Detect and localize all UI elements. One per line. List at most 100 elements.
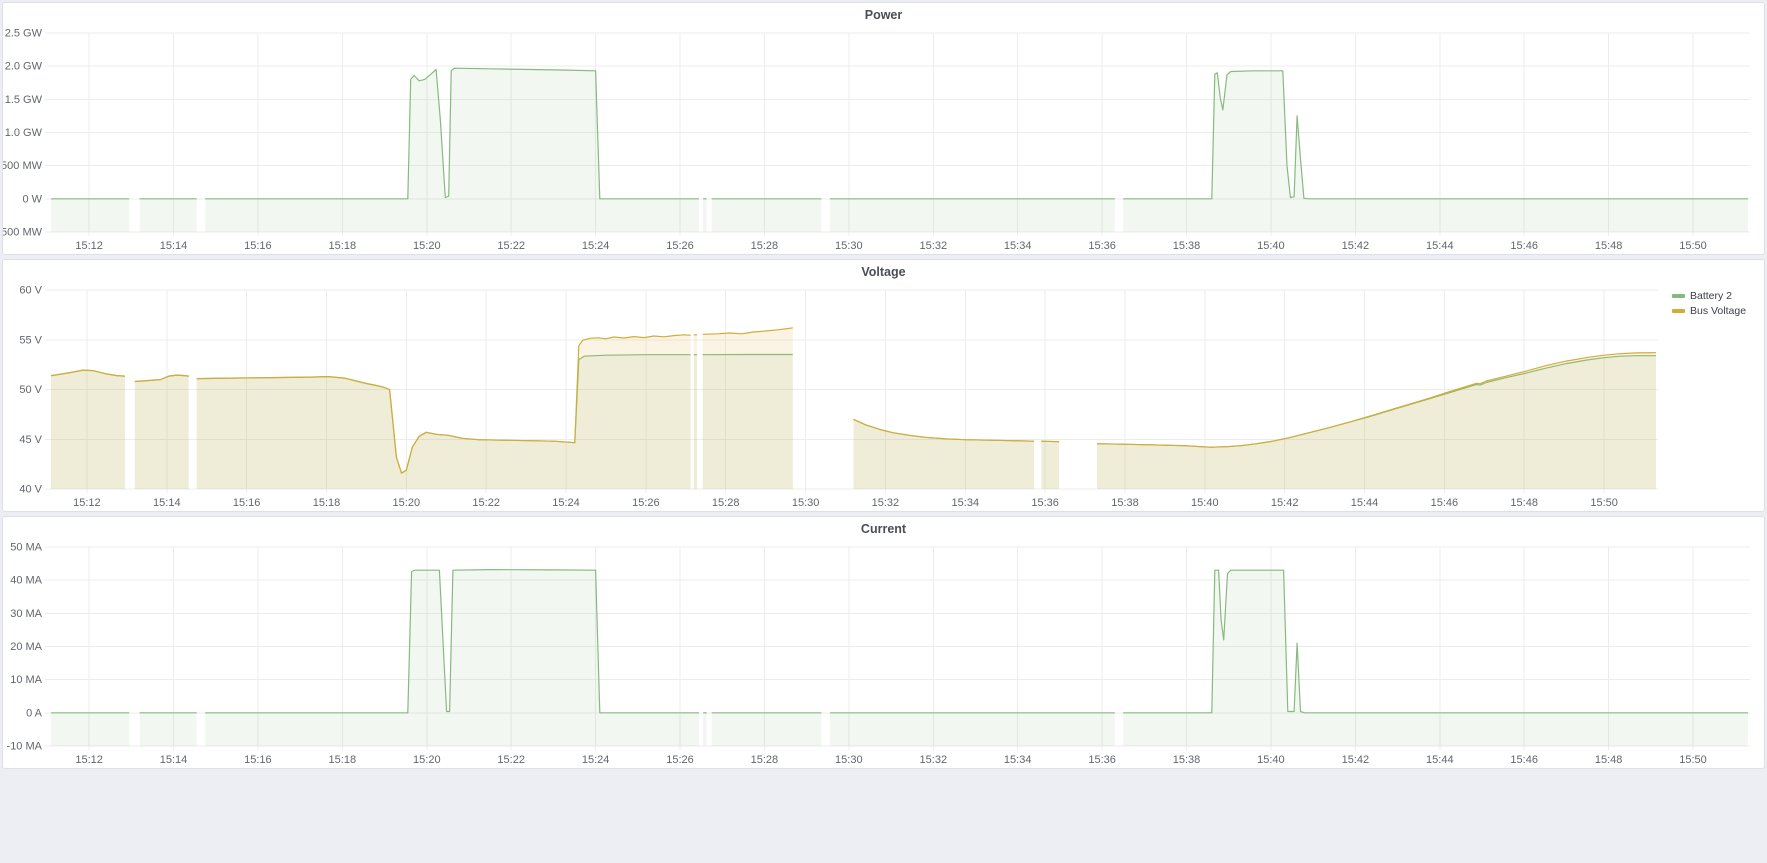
svg-text:2.0 GW: 2.0 GW [5,61,43,73]
legend-label-battery-2: Battery 2 [1690,290,1732,302]
svg-text:40 MA: 40 MA [10,575,42,587]
svg-text:15:12: 15:12 [75,240,103,252]
svg-text:15:30: 15:30 [792,497,820,509]
svg-text:15:40: 15:40 [1257,240,1285,252]
svg-text:15:48: 15:48 [1595,754,1623,766]
svg-text:15:46: 15:46 [1510,754,1538,766]
svg-text:15:44: 15:44 [1426,240,1454,252]
svg-text:15:16: 15:16 [244,754,272,766]
svg-text:15:18: 15:18 [313,497,341,509]
legend-label-bus-voltage: Bus Voltage [1690,305,1746,317]
svg-text:500 MW: 500 MW [3,160,43,172]
svg-text:15:14: 15:14 [153,497,181,509]
voltage-panel: Voltage 60 V55 V50 V45 V40 V15:1215:1415… [2,259,1765,512]
svg-text:15:18: 15:18 [329,754,357,766]
svg-text:30 MA: 30 MA [10,608,42,620]
svg-text:15:34: 15:34 [952,497,980,509]
svg-text:15:26: 15:26 [666,754,694,766]
svg-text:15:34: 15:34 [1004,240,1032,252]
legend-swatch-battery-2-icon [1672,294,1685,298]
svg-text:15:48: 15:48 [1510,497,1538,509]
x-axis-labels: 15:1215:1415:1615:1815:2015:2215:2415:26… [75,240,1706,252]
svg-text:15:40: 15:40 [1257,754,1285,766]
svg-text:15:48: 15:48 [1595,240,1623,252]
svg-text:15:36: 15:36 [1088,240,1116,252]
svg-text:15:42: 15:42 [1342,240,1370,252]
svg-text:15:38: 15:38 [1173,240,1201,252]
svg-text:15:14: 15:14 [160,240,188,252]
svg-text:15:12: 15:12 [75,754,103,766]
svg-text:15:36: 15:36 [1031,497,1059,509]
current-panel-body: 50 MA 40 MA 30 MA 20 MA 10 MA 0 A -10 MA 15:12 1… [3,541,1764,768]
legend-item-bus-voltage[interactable]: Bus Voltage [1672,305,1746,317]
panel-title-power[interactable]: Power [3,3,1764,27]
svg-text:15:20: 15:20 [413,754,441,766]
svg-text:15:32: 15:32 [920,240,948,252]
power-panel: Power 2.5 GW2.0 GW1.5 GW1.0 GW500 MW0 W-… [2,2,1765,255]
svg-text:45 V: 45 V [19,434,42,446]
svg-text:15:44: 15:44 [1426,754,1454,766]
svg-text:15:46: 15:46 [1431,497,1459,509]
svg-text:15:20: 15:20 [413,240,441,252]
dashboard: Power 2.5 GW2.0 GW1.5 GW1.0 GW500 MW0 W-… [2,2,1765,769]
voltage-legend: Battery 2 Bus Voltage [1672,284,1764,511]
svg-text:20 MA: 20 MA [10,641,42,653]
svg-text:50 V: 50 V [19,384,42,396]
svg-text:-500 MW: -500 MW [3,227,43,239]
svg-text:15:22: 15:22 [472,497,500,509]
voltage-panel-body: 60 V55 V50 V45 V40 V15:1215:1415:1615:18… [3,284,1764,511]
svg-text:15:40: 15:40 [1191,497,1219,509]
y-axis-labels: 50 MA 40 MA 30 MA 20 MA 10 MA 0 A -10 MA [7,542,43,753]
svg-text:15:22: 15:22 [497,240,525,252]
svg-text:15:32: 15:32 [920,754,948,766]
svg-text:15:36: 15:36 [1088,754,1116,766]
svg-text:15:20: 15:20 [393,497,421,509]
series-power [51,68,1748,232]
x-axis-labels: 15:12 15:14 15:16 15:18 15:20 15:22 15:24 15:26… [73,497,1618,509]
svg-text:15:16: 15:16 [244,240,272,252]
svg-text:15:28: 15:28 [712,497,740,509]
svg-text:15:24: 15:24 [552,497,580,509]
svg-text:15:50: 15:50 [1590,497,1618,509]
power-panel-body: 2.5 GW2.0 GW1.5 GW1.0 GW500 MW0 W-500 MW… [3,27,1764,254]
svg-text:50 MA: 50 MA [10,542,42,554]
svg-text:0 A: 0 A [26,707,43,719]
svg-text:15:42: 15:42 [1271,497,1299,509]
svg-text:15:28: 15:28 [751,754,779,766]
current-panel: Current 50 MA 40 MA 30 MA 20 MA 10 MA 0 A -10 … [2,516,1765,769]
svg-text:10 MA: 10 MA [10,674,42,686]
y-axis-labels: 2.5 GW2.0 GW1.5 GW1.0 GW500 MW0 W-500 MW [3,28,43,239]
svg-text:40 V: 40 V [19,484,42,496]
svg-text:15:16: 15:16 [233,497,261,509]
svg-text:15:28: 15:28 [751,240,779,252]
x-axis-labels: 15:1215:1415:1615:1815:2015:2215:2415:26… [75,754,1706,766]
series-bus-voltage [51,328,1656,489]
svg-text:15:38: 15:38 [1173,754,1201,766]
svg-text:1.5 GW: 1.5 GW [5,94,43,106]
svg-text:15:18: 15:18 [329,240,357,252]
svg-text:15:26: 15:26 [632,497,660,509]
svg-text:15:44: 15:44 [1351,497,1379,509]
series-current [51,570,1748,746]
current-chart[interactable]: 50 MA 40 MA 30 MA 20 MA 10 MA 0 A -10 MA 15:12 1… [3,541,1764,768]
svg-text:15:12: 15:12 [73,497,101,509]
svg-text:60 V: 60 V [19,285,42,297]
power-chart[interactable]: 2.5 GW2.0 GW1.5 GW1.0 GW500 MW0 W-500 MW… [3,27,1764,254]
svg-text:15:30: 15:30 [835,754,863,766]
y-axis-labels: 60 V55 V50 V45 V40 V [19,285,42,496]
svg-text:15:34: 15:34 [1004,754,1032,766]
svg-text:15:24: 15:24 [582,754,610,766]
svg-text:2.5 GW: 2.5 GW [5,28,43,40]
svg-text:15:30: 15:30 [835,240,863,252]
svg-text:-10 MA: -10 MA [7,741,43,753]
panel-title-current[interactable]: Current [3,517,1764,541]
legend-item-battery-2[interactable]: Battery 2 [1672,290,1732,302]
svg-text:15:50: 15:50 [1679,240,1707,252]
svg-text:15:22: 15:22 [497,754,525,766]
panel-title-voltage[interactable]: Voltage [3,260,1764,284]
svg-text:15:24: 15:24 [582,240,610,252]
svg-text:1.0 GW: 1.0 GW [5,127,43,139]
svg-text:15:42: 15:42 [1342,754,1370,766]
legend-swatch-bus-voltage-icon [1672,309,1685,313]
voltage-chart[interactable]: 60 V55 V50 V45 V40 V15:1215:1415:1615:18… [3,284,1672,511]
